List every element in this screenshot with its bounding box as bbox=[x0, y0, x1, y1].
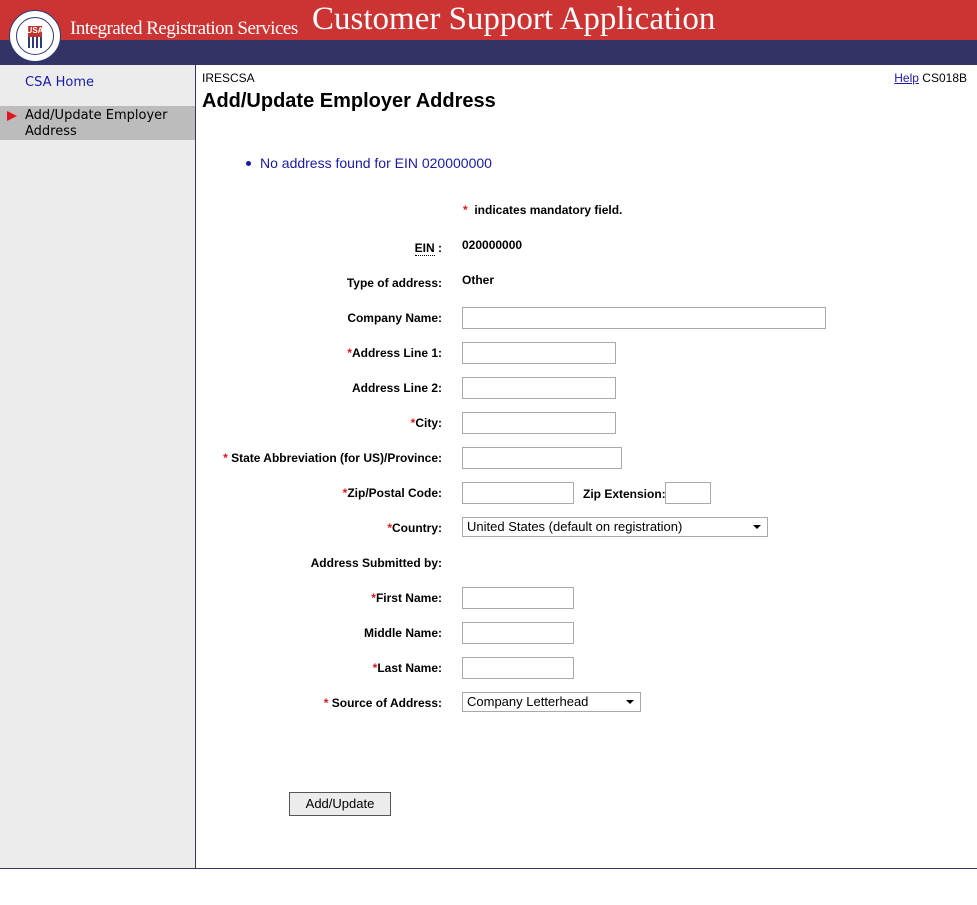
screen-code: CS018B bbox=[922, 71, 967, 85]
ssa-seal-icon: USA bbox=[9, 10, 61, 62]
page-title: Add/Update Employer Address bbox=[202, 90, 496, 112]
address-type-label: Type of address: bbox=[346, 276, 442, 290]
brand-name: Integrated Registration Services bbox=[70, 18, 298, 39]
zip-label-text: Zip/Postal Code: bbox=[347, 486, 442, 500]
submitted-by-label: Address Submitted by: bbox=[310, 556, 442, 570]
ein-label: EIN : bbox=[414, 241, 442, 256]
address-line-2-field[interactable] bbox=[462, 377, 616, 399]
last-name-field[interactable] bbox=[462, 657, 574, 679]
chevron-down-icon bbox=[753, 525, 761, 529]
app-title: Customer Support Application bbox=[312, 1, 716, 37]
last-name-label: *Last Name: bbox=[373, 661, 442, 675]
state-province-field[interactable] bbox=[462, 447, 622, 469]
first-name-label: *First Name: bbox=[371, 591, 442, 605]
first-name-label-text: First Name: bbox=[375, 591, 442, 605]
sidebar-item-add-update-employer-address[interactable]: Add/Update Employer Address bbox=[0, 106, 195, 140]
header-subbar bbox=[0, 40, 977, 65]
source-label: * Source of Address: bbox=[324, 696, 442, 710]
zip-extension-field[interactable] bbox=[665, 482, 711, 504]
address-line-1-label-text: Address Line 1: bbox=[351, 346, 442, 360]
system-id: IRESCSA bbox=[202, 71, 255, 85]
arrow-right-icon bbox=[7, 111, 17, 121]
zip-code-field[interactable] bbox=[462, 482, 574, 504]
state-label-text: State Abbreviation (for US)/Province: bbox=[231, 451, 442, 465]
ein-label-suffix: : bbox=[434, 241, 442, 255]
help-link[interactable]: Help bbox=[894, 71, 919, 85]
company-name-label: Company Name: bbox=[347, 311, 442, 325]
ein-value: 020000000 bbox=[462, 238, 523, 252]
source-select-value: Company Letterhead bbox=[467, 694, 589, 709]
required-marker: * bbox=[463, 203, 468, 217]
mandatory-note: * indicates mandatory field. bbox=[463, 203, 622, 217]
company-name-field[interactable] bbox=[462, 307, 826, 329]
address-line-2-label: Address Line 2: bbox=[351, 381, 442, 395]
middle-name-label: Middle Name: bbox=[363, 626, 442, 640]
required-marker: * bbox=[323, 696, 329, 710]
city-label: *City: bbox=[411, 416, 442, 430]
status-message-text: No address found for EIN 020000000 bbox=[260, 155, 492, 171]
seal-stripes bbox=[28, 37, 42, 48]
sidebar-item-label: Add/Update Employer Address bbox=[25, 108, 168, 139]
city-field[interactable] bbox=[462, 412, 616, 434]
seal-ring: USA bbox=[16, 17, 54, 55]
country-label: *Country: bbox=[387, 521, 442, 535]
sidebar-item-csa-home[interactable]: CSA Home bbox=[25, 75, 94, 90]
chevron-down-icon bbox=[626, 700, 634, 704]
state-label: * State Abbreviation (for US)/Province: bbox=[223, 451, 442, 465]
seal-text: USA bbox=[26, 26, 44, 35]
footer-divider bbox=[0, 868, 977, 869]
first-name-field[interactable] bbox=[462, 587, 574, 609]
address-line-1-label: *Address Line 1: bbox=[347, 346, 442, 360]
source-select[interactable]: Company Letterhead bbox=[462, 692, 641, 712]
zip-extension-label: Zip Extension: bbox=[583, 487, 666, 501]
status-message: No address found for EIN 020000000 bbox=[246, 155, 492, 171]
ein-abbr: EIN bbox=[414, 241, 435, 256]
city-label-text: City: bbox=[415, 416, 442, 430]
required-marker: * bbox=[223, 451, 228, 465]
source-label-text: Source of Address: bbox=[331, 696, 442, 710]
address-line-1-field[interactable] bbox=[462, 342, 616, 364]
bullet-icon bbox=[246, 160, 251, 166]
last-name-label-text: Last Name: bbox=[377, 661, 442, 675]
middle-name-field[interactable] bbox=[462, 622, 574, 644]
mandatory-note-text: indicates mandatory field. bbox=[474, 203, 623, 217]
sidebar: CSA Home Add/Update Employer Address bbox=[0, 65, 196, 869]
country-select[interactable]: United States (default on registration) bbox=[462, 517, 768, 537]
address-type-value: Other bbox=[462, 273, 495, 287]
country-select-value: United States (default on registration) bbox=[467, 519, 683, 534]
help-area: Help CS018B bbox=[894, 71, 967, 85]
zip-label: *Zip/Postal Code: bbox=[343, 486, 442, 500]
add-update-button[interactable]: Add/Update bbox=[289, 792, 391, 816]
country-label-text: Country: bbox=[392, 521, 442, 535]
